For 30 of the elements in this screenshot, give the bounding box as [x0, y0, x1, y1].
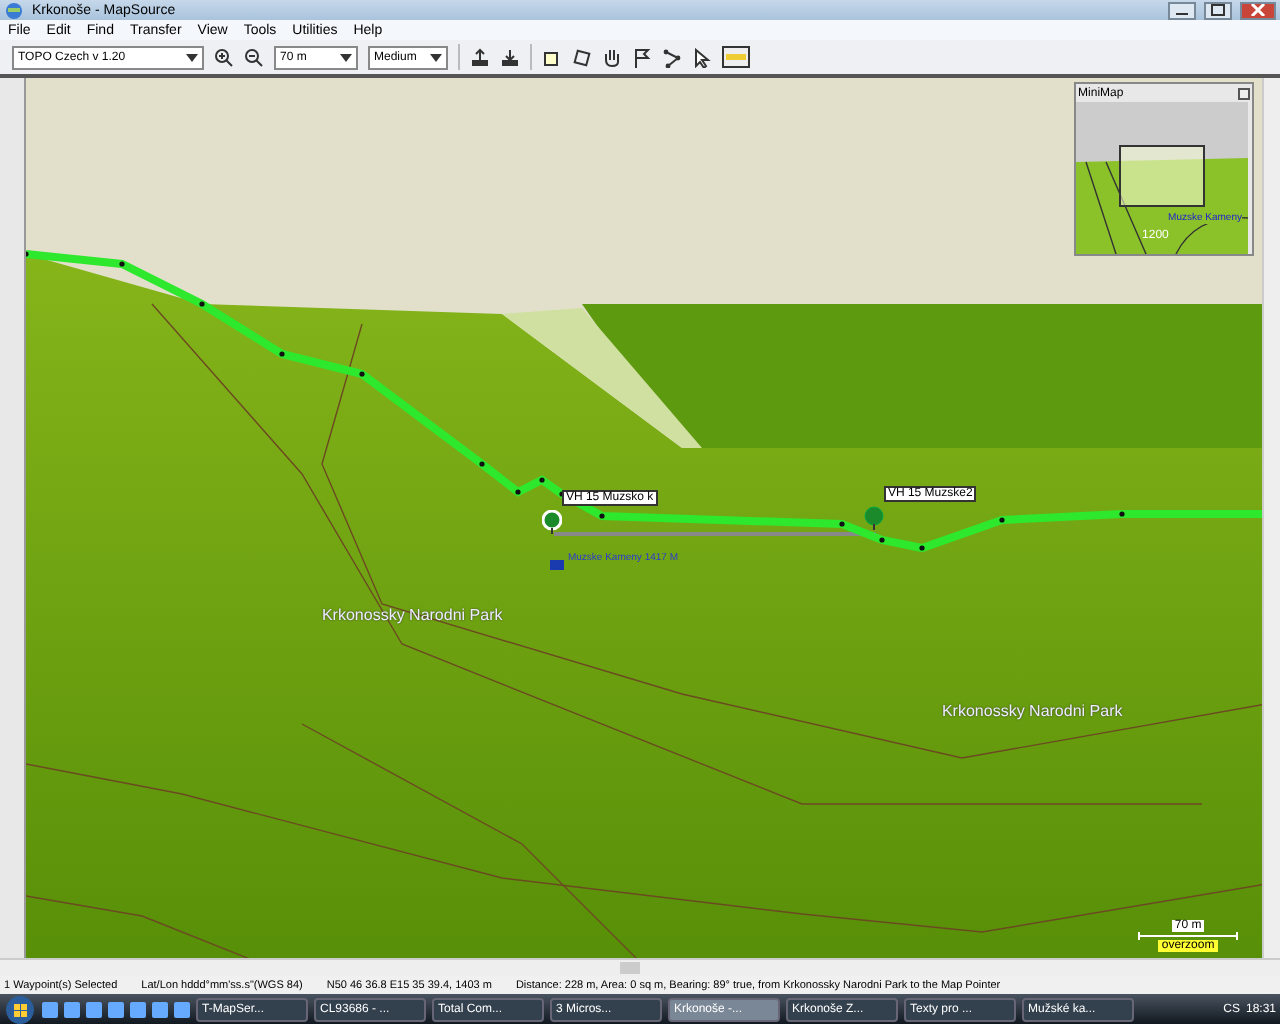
- route-icon[interactable]: [662, 47, 682, 67]
- ruler-icon[interactable]: [722, 46, 750, 68]
- download-icon[interactable]: [500, 47, 520, 67]
- zoom-out-icon[interactable]: [244, 47, 264, 67]
- park-label: Krkonossky Narodni Park: [941, 702, 1123, 720]
- minimize-button[interactable]: [1168, 1, 1196, 19]
- close-button[interactable]: [1240, 1, 1276, 19]
- maximize-button[interactable]: [1204, 1, 1232, 19]
- close-icon: [1250, 4, 1266, 16]
- close-icon[interactable]: [1238, 87, 1251, 99]
- upload-icon[interactable]: [470, 47, 490, 67]
- flag-icon[interactable]: [632, 47, 652, 67]
- waypoint-marker-icon[interactable]: [863, 506, 884, 530]
- caret-icon: [186, 53, 198, 61]
- pointer-icon[interactable]: [692, 47, 712, 67]
- rotate-icon[interactable]: [572, 47, 592, 67]
- horizontal-scrollbar[interactable]: [0, 958, 1280, 976]
- hand-icon[interactable]: [602, 47, 622, 67]
- caret-icon: [340, 53, 352, 61]
- globe-icon: [4, 1, 24, 19]
- select-rectangle-icon[interactable]: [542, 47, 562, 67]
- scale-line: [1138, 932, 1239, 940]
- waypoint-marker-icon[interactable]: [541, 510, 562, 534]
- start-button[interactable]: [4, 995, 36, 1023]
- track-line[interactable]: [25, 250, 1263, 553]
- zoom-in-icon[interactable]: [214, 47, 234, 67]
- maximize-icon: [1210, 4, 1226, 16]
- summit-icon: [549, 560, 564, 570]
- park-label: Krkonossky Narodni Park: [321, 606, 503, 624]
- caret-icon: [430, 53, 442, 61]
